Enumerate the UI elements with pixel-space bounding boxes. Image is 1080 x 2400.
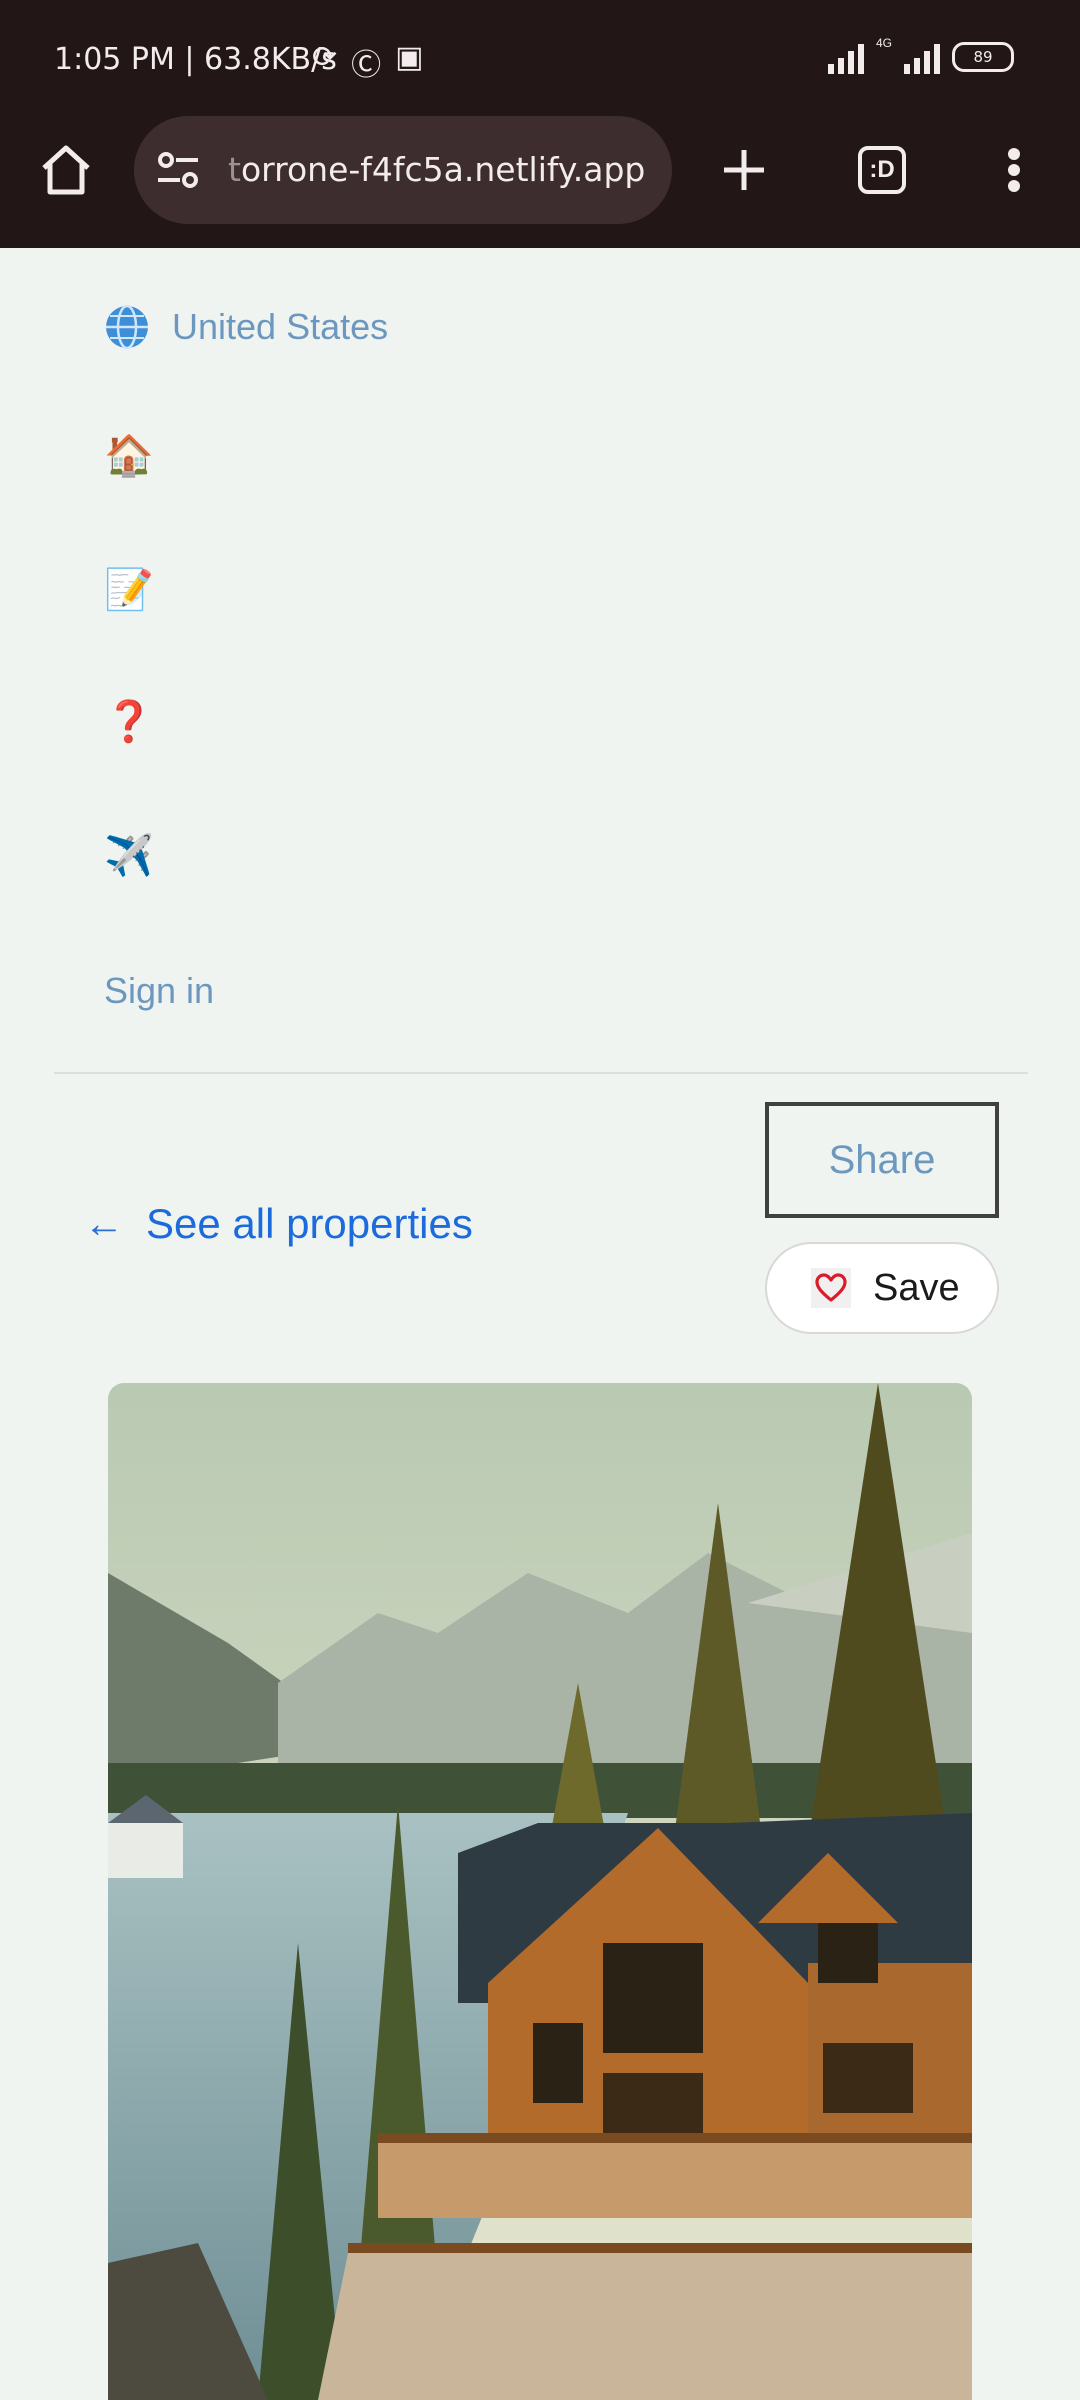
airplane-icon: ✈️ bbox=[104, 833, 154, 879]
question-icon: ❓ bbox=[104, 699, 154, 745]
nav-travel[interactable]: ✈️ bbox=[104, 836, 154, 876]
heart-icon bbox=[811, 1268, 851, 1308]
globe-icon bbox=[106, 304, 148, 350]
signal-icon-2 bbox=[904, 40, 940, 74]
divider bbox=[54, 1072, 1028, 1074]
save-button[interactable]: Save bbox=[765, 1242, 999, 1334]
nav-help[interactable]: ❓ bbox=[104, 702, 154, 742]
sync-icon: ⟳ bbox=[312, 40, 338, 75]
vpn-icon: Ⓒ bbox=[351, 48, 382, 83]
network-type: 4G bbox=[875, 36, 892, 50]
memo-icon: 📝 bbox=[104, 567, 154, 613]
browser-menu-button[interactable] bbox=[978, 134, 1050, 206]
house-icon: 🏠 bbox=[104, 433, 154, 479]
tab-switcher-button[interactable]: :D bbox=[846, 134, 918, 206]
status-time: 1:05 PM | 63.8KB/s bbox=[54, 42, 337, 77]
plus-icon bbox=[724, 150, 764, 190]
site-settings-icon[interactable] bbox=[154, 146, 202, 194]
back-arrow-icon: ← bbox=[84, 1201, 124, 1246]
new-tab-button[interactable] bbox=[708, 134, 780, 206]
signal-icon bbox=[827, 40, 864, 74]
property-photo bbox=[108, 1383, 972, 2400]
status-right: 4G 89 bbox=[827, 36, 1014, 74]
status-notification-icons: ⟳ Ⓒ ▣ bbox=[312, 40, 424, 84]
url-text[interactable]: torrone-f4fc5a.netlify.app bbox=[228, 150, 645, 189]
sign-in-link[interactable]: Sign in bbox=[104, 970, 214, 1012]
language-selector[interactable]: United States bbox=[104, 304, 388, 350]
browser-chrome: 1:05 PM | 63.8KB/s ⟳ Ⓒ ▣ 4G 89 torrone-f… bbox=[0, 0, 1080, 248]
nav-memo[interactable]: 📝 bbox=[104, 570, 154, 610]
address-bar[interactable]: torrone-f4fc5a.netlify.app bbox=[134, 116, 672, 224]
nav-home[interactable]: 🏠 bbox=[104, 436, 154, 476]
share-button[interactable]: Share bbox=[765, 1102, 999, 1218]
language-label: United States bbox=[172, 306, 389, 347]
tab-count-icon: :D bbox=[858, 146, 906, 194]
see-all-properties-link[interactable]: ← See all properties bbox=[84, 1200, 473, 1248]
browser-home-button[interactable] bbox=[30, 134, 102, 206]
save-label: Save bbox=[873, 1266, 960, 1309]
home-icon bbox=[42, 145, 90, 195]
app-badge-icon: ▣ bbox=[395, 40, 424, 75]
battery-icon: 89 bbox=[952, 42, 1014, 72]
back-link-label: See all properties bbox=[146, 1200, 473, 1247]
